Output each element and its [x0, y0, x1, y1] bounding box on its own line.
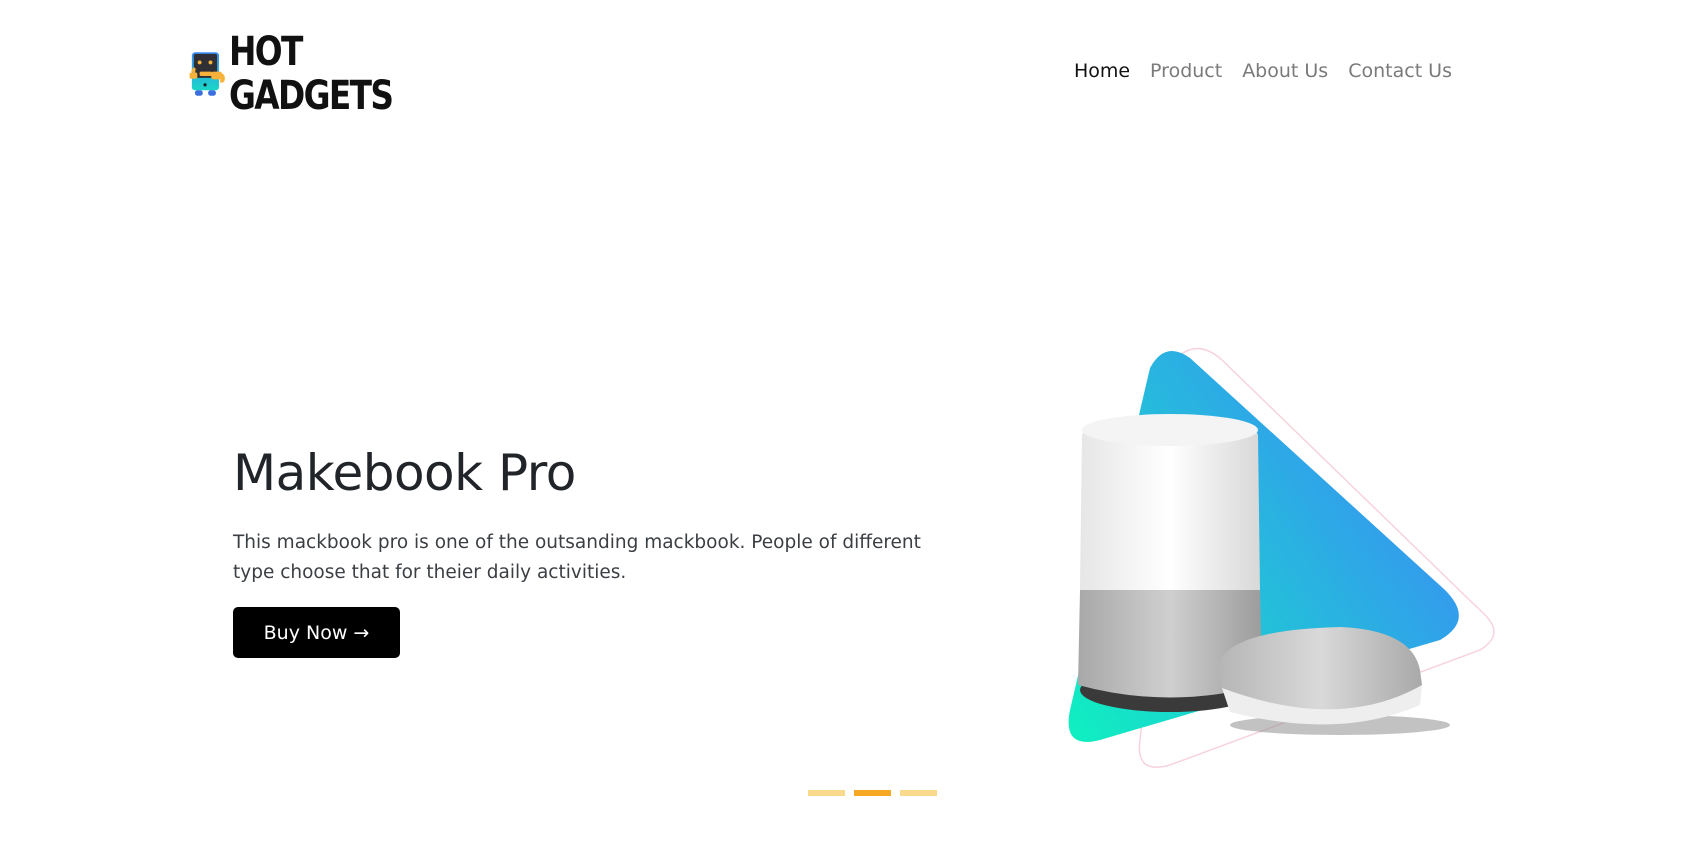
carousel-indicator-1[interactable]	[808, 790, 845, 796]
carousel-indicator-3[interactable]	[900, 790, 937, 796]
nav-item-product[interactable]: Product	[1150, 60, 1222, 82]
hero-description: This mackbook pro is one of the outsandi…	[233, 532, 921, 583]
main-nav: Home Product About Us Contact Us	[1074, 60, 1452, 82]
buy-now-button[interactable]: Buy Now →	[233, 607, 400, 658]
nav-item-home[interactable]: Home	[1074, 60, 1130, 82]
brand-logo[interactable]: HOT GADGETS	[188, 16, 428, 132]
nav-item-about-us[interactable]: About Us	[1242, 60, 1328, 82]
brand-name: HOT GADGETS	[228, 29, 394, 119]
smart-speakers-image	[1068, 347, 1495, 768]
hero-title: Makebook Pro	[233, 444, 576, 502]
robot-mascot-icon	[189, 52, 225, 96]
brand-line-1: HOT	[228, 29, 303, 75]
carousel-indicator-2[interactable]	[854, 790, 891, 796]
nav-item-contact-us[interactable]: Contact Us	[1348, 60, 1452, 82]
carousel-indicators	[808, 790, 937, 796]
brand-line-2: GADGETS	[228, 73, 394, 119]
